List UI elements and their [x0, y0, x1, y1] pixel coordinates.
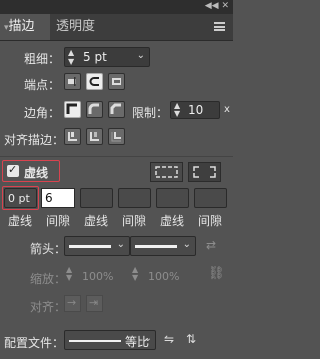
panel-menu-icon[interactable] — [214, 22, 225, 31]
bevel-join-button[interactable] — [108, 101, 125, 118]
limit-unit: x — [224, 104, 230, 115]
profile-line-preview — [69, 340, 121, 342]
weight-value: 5 pt — [83, 50, 107, 64]
round-join-button[interactable] — [86, 101, 103, 118]
gap-field-2[interactable] — [118, 188, 151, 208]
round-cap-button[interactable] — [86, 73, 103, 90]
dashed-line-checkbox[interactable]: ✓ — [7, 163, 19, 177]
align-center-button[interactable] — [64, 128, 81, 145]
align-outside-icon — [111, 132, 121, 142]
profile-label: 配置文件： — [4, 336, 65, 350]
align-center-icon — [68, 132, 77, 141]
preserve-dashes-button[interactable] — [150, 162, 183, 182]
dash-field-3[interactable] — [156, 188, 189, 208]
limit-label: 限制： — [132, 106, 169, 120]
swap-arrowheads-icon[interactable]: ⇄ — [206, 238, 216, 252]
dashed-line-label: 虚线 — [24, 166, 49, 180]
butt-cap-icon — [68, 77, 76, 86]
weight-field[interactable]: ▲ ▼ 5 pt ⌄ — [64, 47, 150, 67]
gap-label-3: 间隙 — [198, 214, 223, 228]
arrow-align-label: 对齐： — [30, 300, 67, 314]
dash-value-1: 0 pt — [8, 192, 30, 205]
scale-start-value: 100% — [82, 270, 114, 283]
projecting-cap-icon — [112, 78, 121, 85]
limit-field[interactable]: ▲ ▼ 10 — [170, 101, 220, 119]
corner-label: 边角： — [24, 106, 61, 120]
gap-label-1: 间隙 — [46, 214, 71, 228]
cap-label: 端点： — [24, 78, 61, 92]
check-icon: ✓ — [8, 163, 18, 176]
panel-title-bar: ◀◀ ✕ — [0, 0, 233, 14]
scale-label: 缩放： — [30, 272, 67, 286]
tab-transparency[interactable]: 透明度 — [56, 14, 110, 40]
weight-label: 粗细： — [24, 52, 61, 66]
scale-start-stepper-icon[interactable]: ▲ ▼ — [66, 266, 72, 282]
gap-label-2: 间隙 — [122, 214, 147, 228]
align-inside-icon — [90, 132, 99, 141]
gap-value-1: 6 — [45, 191, 53, 205]
start-arrowhead-select[interactable]: ⌄ — [64, 236, 130, 256]
arrow-extend-icon: → — [67, 296, 77, 309]
limit-stepper-icon[interactable]: ▲ ▼ — [174, 102, 180, 118]
chevron-down-icon: ⌄ — [143, 333, 152, 344]
round-cap-icon — [89, 77, 99, 86]
flip-along-icon[interactable]: ⇋ — [164, 332, 174, 346]
arrow-extend-button[interactable]: → — [64, 295, 81, 312]
panel-tabs: ▾描边 透明度 — [0, 14, 233, 41]
tab-stroke[interactable]: ▾描边 — [0, 14, 50, 40]
gap-field-3[interactable] — [194, 188, 227, 208]
arrowhead-label: 箭头： — [30, 242, 67, 256]
align-dashes-button[interactable] — [188, 162, 221, 182]
align-dash-icon — [193, 166, 216, 178]
arrow-place-button[interactable]: ⇥ — [86, 295, 103, 312]
align-outside-button[interactable] — [108, 128, 125, 145]
align-stroke-label: 对齐描边： — [4, 133, 65, 147]
projecting-cap-button[interactable] — [108, 73, 125, 90]
collapse-panel-icon[interactable]: ◀◀ ✕ — [205, 1, 229, 11]
butt-cap-button[interactable] — [64, 73, 81, 90]
gap-field-1[interactable]: 6 — [41, 188, 75, 208]
miter-join-button[interactable] — [64, 101, 81, 118]
limit-value: 10 — [188, 103, 204, 117]
end-line-preview — [135, 245, 177, 248]
dash-field-1[interactable]: 0 pt — [4, 188, 37, 208]
chevron-down-icon: ⌄ — [116, 239, 125, 250]
weight-stepper-icon[interactable]: ▲ ▼ — [68, 48, 74, 66]
chevron-down-icon: ⌄ — [182, 239, 191, 250]
preserve-dash-icon — [155, 166, 178, 178]
flip-across-icon[interactable]: ⇅ — [186, 332, 196, 346]
scale-end-stepper-icon[interactable]: ▲ ▼ — [132, 266, 138, 282]
arrow-place-icon: ⇥ — [89, 296, 99, 309]
bevel-join-icon — [110, 103, 121, 114]
dash-label-2: 虚线 — [84, 214, 109, 228]
scale-end-value: 100% — [148, 270, 180, 283]
dash-label-3: 虚线 — [160, 214, 185, 228]
dash-label-1: 虚线 — [8, 214, 33, 228]
align-inside-button[interactable] — [86, 128, 103, 145]
miter-join-icon — [66, 103, 77, 114]
section-divider — [0, 156, 233, 157]
round-join-icon — [88, 103, 99, 114]
end-arrowhead-select[interactable]: ⌄ — [130, 236, 196, 256]
dash-field-2[interactable] — [80, 188, 113, 208]
profile-select[interactable]: 等比 ⌄ — [64, 330, 156, 350]
chevron-down-icon[interactable]: ⌄ — [137, 50, 145, 61]
link-scale-icon[interactable]: ⛓ — [208, 266, 225, 281]
start-line-preview — [69, 245, 111, 248]
